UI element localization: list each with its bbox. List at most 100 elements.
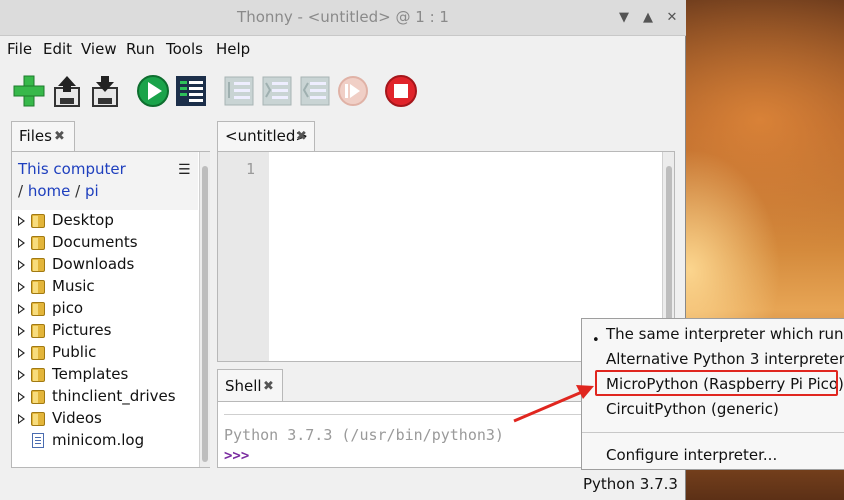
menu-run[interactable]: Run [126, 40, 155, 58]
shell-banner: Python 3.7.3 (/usr/bin/python3) [224, 426, 504, 444]
expand-arrow-icon[interactable] [18, 282, 25, 292]
file-name: Music [52, 277, 95, 295]
menu-separator [582, 432, 844, 433]
expand-arrow-icon[interactable] [18, 392, 25, 402]
new-file-icon [13, 75, 45, 107]
step-over-icon [224, 76, 254, 106]
files-tab-label: Files [19, 127, 52, 145]
interpreter-selector[interactable]: Python 3.7.3 [583, 475, 678, 493]
close-button[interactable]: ✕ [663, 9, 681, 27]
menu-help[interactable]: Help [216, 40, 250, 58]
menu-file[interactable]: File [7, 40, 32, 58]
file-list-item[interactable]: Public [12, 342, 198, 364]
toolbar [0, 64, 686, 120]
interpreter-option-same[interactable]: The same interpreter which runs T [606, 325, 844, 343]
expand-arrow-icon[interactable] [18, 260, 25, 270]
path-separator: / [75, 182, 81, 200]
save-button[interactable] [88, 74, 122, 108]
file-name: minicom.log [52, 431, 145, 449]
menu-edit[interactable]: Edit [43, 40, 72, 58]
folder-icon [31, 412, 45, 426]
file-list-item[interactable]: Videos [12, 408, 198, 430]
file-list-item[interactable]: Desktop [12, 210, 198, 232]
files-scrollbar-thumb[interactable] [202, 166, 208, 462]
status-bar: Python 3.7.3 [0, 470, 686, 500]
step-into-icon [262, 76, 292, 106]
menu-tools[interactable]: Tools [166, 40, 203, 58]
folder-icon [31, 214, 45, 228]
folder-icon [31, 236, 45, 250]
files-panel: This computer / home / pi ☰ Desktop Docum… [11, 151, 210, 468]
path-this-computer[interactable]: This computer [18, 160, 126, 178]
close-shell-tab-icon[interactable]: ✖ [263, 379, 274, 394]
minimize-button[interactable]: ▼ [615, 9, 633, 27]
folder-icon [31, 390, 45, 404]
step-out-button[interactable] [298, 74, 332, 108]
new-file-button[interactable] [12, 74, 46, 108]
file-list-item[interactable]: Pictures [12, 320, 198, 342]
file-name: thinclient_drives [52, 387, 176, 405]
path-separator: / [18, 182, 24, 200]
file-list-item[interactable]: Templates [12, 364, 198, 386]
folder-icon [31, 280, 45, 294]
resume-icon [338, 76, 368, 106]
path-crumbs: / home / pi [18, 182, 99, 200]
expand-arrow-icon[interactable] [18, 326, 25, 336]
folder-icon [31, 258, 45, 272]
folder-icon [31, 346, 45, 360]
line-number-gutter: 1 [218, 152, 269, 361]
debug-button[interactable] [174, 74, 208, 108]
interpreter-option-circuitpython[interactable]: CircuitPython (generic) [606, 400, 779, 418]
expand-arrow-icon[interactable] [18, 348, 25, 358]
expand-arrow-icon[interactable] [18, 304, 25, 314]
folder-icon [31, 368, 45, 382]
configure-interpreter-item[interactable]: Configure interpreter... [606, 446, 777, 464]
expand-arrow-icon[interactable] [18, 370, 25, 380]
file-name: Videos [52, 409, 102, 427]
run-icon [137, 75, 169, 107]
files-menu-icon[interactable]: ☰ [178, 162, 191, 178]
file-name: Downloads [52, 255, 135, 273]
menu-view[interactable]: View [81, 40, 117, 58]
file-list-item[interactable]: minicom.log [12, 430, 198, 452]
file-list-item[interactable]: pico [12, 298, 198, 320]
tab-untitled[interactable]: <untitled> ✖ [217, 121, 315, 151]
run-button[interactable] [136, 74, 170, 108]
step-out-icon [300, 76, 330, 106]
debug-icon [176, 76, 206, 106]
step-into-button[interactable] [260, 74, 294, 108]
shell-prompt: >>> [224, 448, 250, 464]
file-list-item[interactable]: Music [12, 276, 198, 298]
tab-files[interactable]: Files ✖ [11, 121, 75, 151]
menu-bar: File Edit View Run Tools Help [0, 36, 686, 62]
file-list-item[interactable]: Documents [12, 232, 198, 254]
close-editor-tab-icon[interactable]: ✖ [296, 129, 307, 144]
maximize-button[interactable]: ▲ [639, 9, 657, 27]
file-list-item[interactable]: thinclient_drives [12, 386, 198, 408]
stop-icon [385, 75, 417, 107]
files-scrollbar[interactable] [199, 152, 210, 467]
step-over-button[interactable] [222, 74, 256, 108]
selected-bullet-icon: • [592, 333, 600, 348]
folder-icon [31, 324, 45, 338]
interpreter-option-alternative[interactable]: Alternative Python 3 interpreter or [606, 350, 844, 368]
file-name: Templates [52, 365, 129, 383]
path-home[interactable]: home [28, 182, 71, 200]
file-name: Public [52, 343, 97, 361]
shell-tab-label: Shell [225, 377, 262, 395]
load-icon [54, 76, 80, 107]
path-breadcrumb: This computer / home / pi ☰ [12, 152, 198, 210]
load-button[interactable] [50, 74, 84, 108]
title-bar[interactable]: Thonny - <untitled> @ 1 : 1 ▼ ▲ ✕ [0, 0, 686, 36]
tab-shell[interactable]: Shell ✖ [217, 369, 283, 401]
stop-button[interactable] [384, 74, 418, 108]
file-name: Pictures [52, 321, 112, 339]
resume-button[interactable] [336, 74, 370, 108]
path-pi[interactable]: pi [85, 182, 99, 200]
expand-arrow-icon[interactable] [18, 414, 25, 424]
expand-arrow-icon[interactable] [18, 216, 25, 226]
file-list-item[interactable]: Downloads [12, 254, 198, 276]
file-name: Desktop [52, 211, 114, 229]
expand-arrow-icon[interactable] [18, 238, 25, 248]
close-files-tab-icon[interactable]: ✖ [54, 129, 65, 144]
